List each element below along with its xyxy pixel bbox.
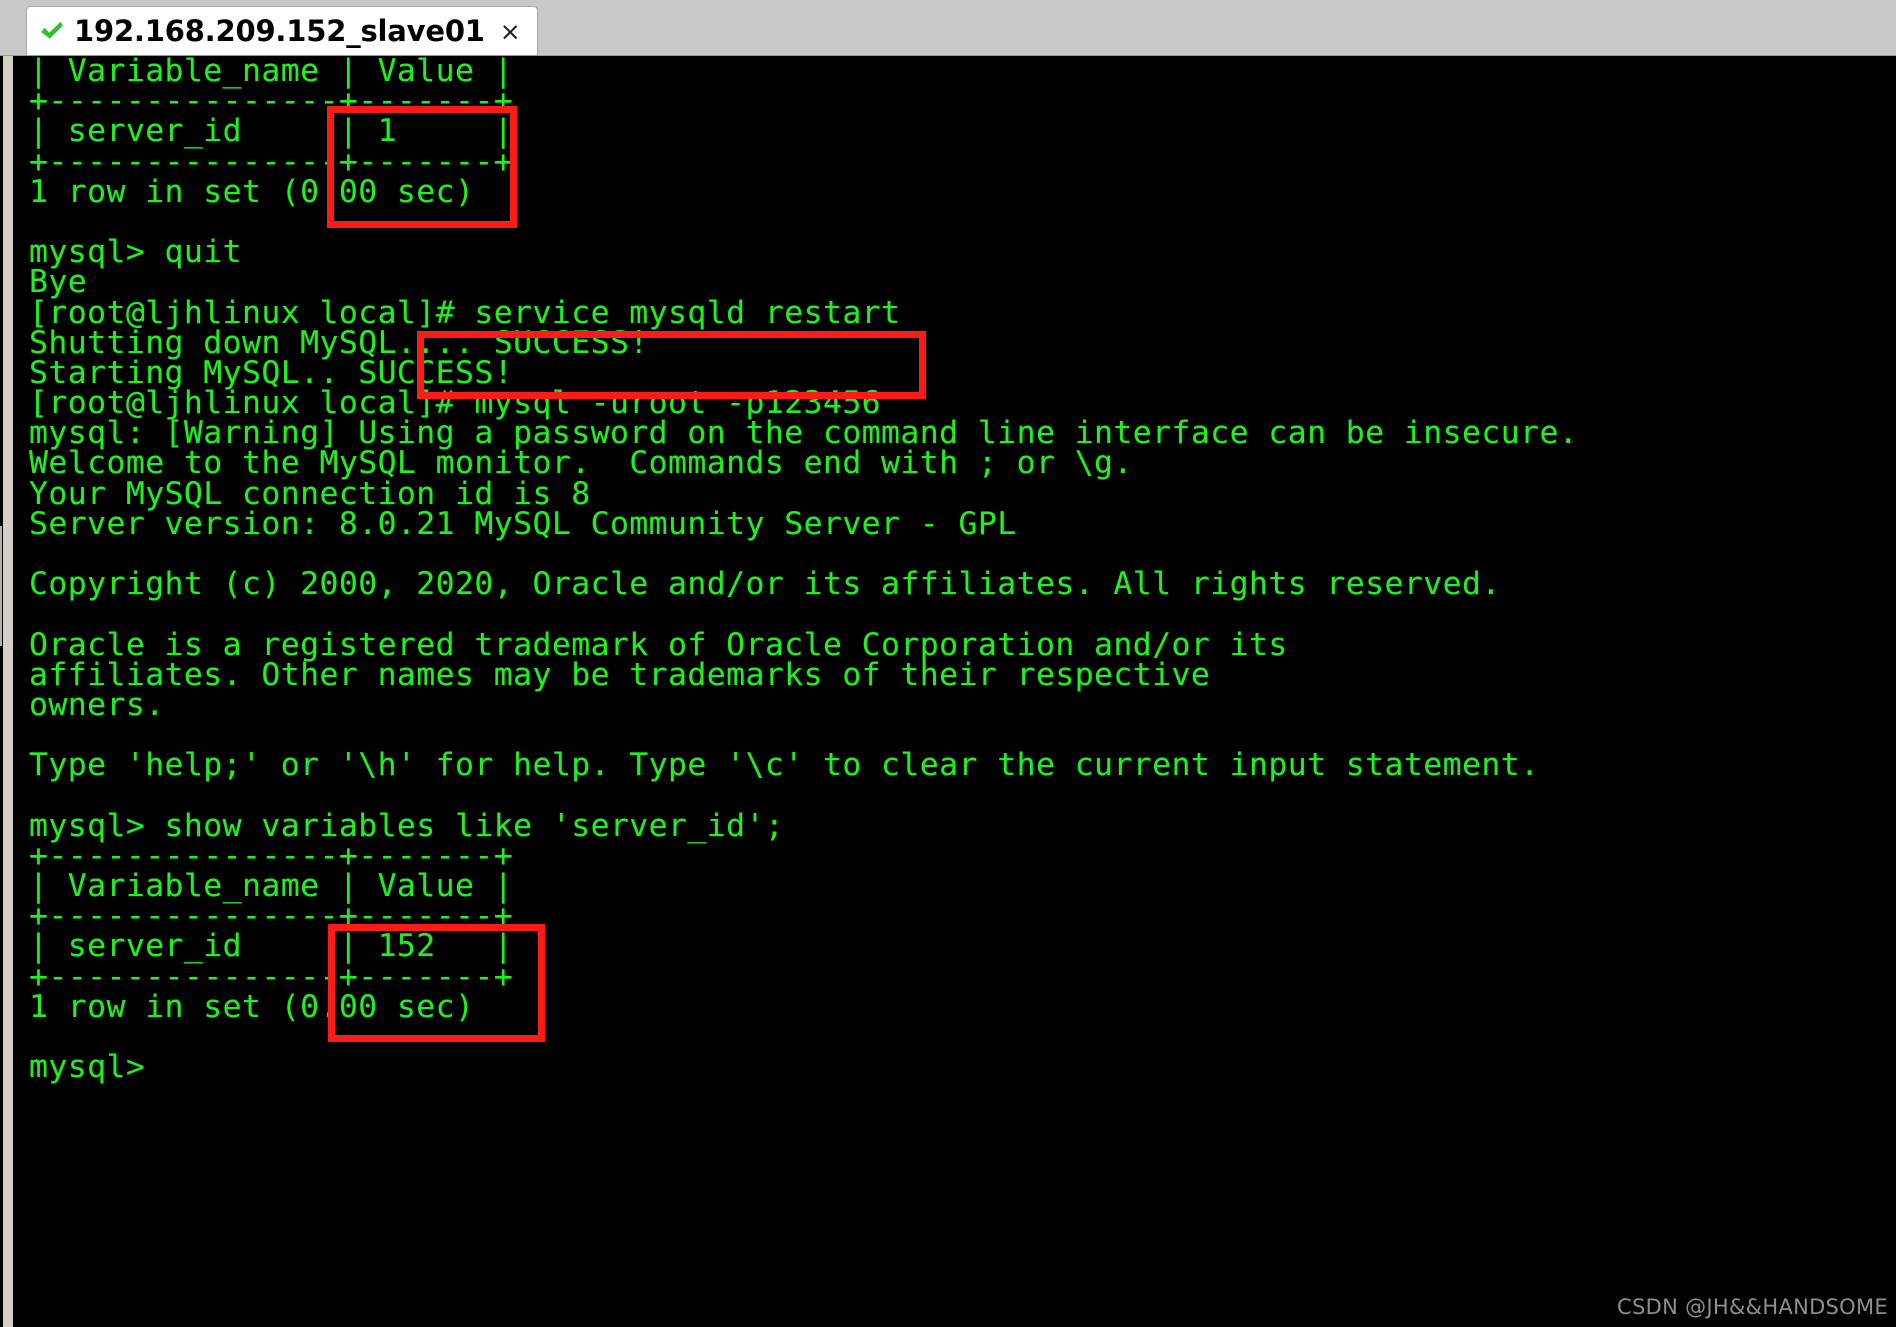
terminal-output[interactable]: | Variable_name | Value | +--------------… (13, 56, 1893, 1327)
terminal-line: [root@ljhlinux local]# service mysqld re… (29, 294, 901, 331)
terminal-line: +---------------+-------+ (29, 958, 514, 995)
watermark: CSDN @JH&&HANDSOME (1617, 1295, 1888, 1319)
terminal-line: +---------------+-------+ (29, 837, 514, 874)
green-check-icon (41, 21, 63, 39)
terminal-line: mysql> show variables like 'server_id'; (29, 807, 785, 844)
terminal-line: +---------------+-------+ (29, 83, 514, 120)
tab-title: 192.168.209.152_slave01 (74, 14, 485, 48)
terminal-line: Bye (29, 264, 88, 301)
terminal-line: | server_id | 152 | (29, 928, 514, 965)
terminal-line: mysql> (29, 1049, 146, 1086)
terminal-line: Copyright (c) 2000, 2020, Oracle and/or … (29, 566, 1501, 603)
terminal-line: Type 'help;' or '\h' for help. Type '\c'… (29, 747, 1540, 784)
terminal-line: [root@ljhlinux local]# mysql -uroot -p12… (29, 385, 882, 422)
scrollbar-thumb[interactable] (0, 526, 2, 646)
terminal-window: 192.168.209.152_slave01 × | Variable_nam… (0, 0, 1896, 1327)
terminal-line: 1 row in set (0.00 sec) (29, 988, 475, 1025)
terminal-line: Shutting down MySQL.... SUCCESS! (29, 324, 649, 361)
terminal-line: Server version: 8.0.21 MySQL Community S… (29, 505, 1017, 542)
terminal-line: mysql: [Warning] Using a password on the… (29, 415, 1579, 452)
terminal-line: +---------------+-------+ (29, 143, 514, 180)
tab-strip: 192.168.209.152_slave01 × (0, 0, 1896, 56)
terminal-line: +---------------+-------+ (29, 898, 514, 935)
terminal-line: affiliates. Other names may be trademark… (29, 656, 1211, 693)
terminal-line: Oracle is a registered trademark of Orac… (29, 626, 1288, 663)
tab-session[interactable]: 192.168.209.152_slave01 × (26, 6, 538, 55)
terminal-line: | Variable_name | Value | (29, 56, 514, 89)
terminal-line: Starting MySQL.. SUCCESS! (29, 354, 514, 391)
terminal-line: Your MySQL connection id is 8 (29, 475, 591, 512)
terminal-scrollbar[interactable] (0, 56, 13, 1327)
terminal-line: mysql> quit (29, 234, 243, 271)
terminal-line: owners. (29, 686, 165, 723)
terminal-line: 1 row in set (0.00 sec) (29, 173, 475, 210)
close-icon[interactable]: × (500, 19, 521, 44)
terminal-frame: | Variable_name | Value | +--------------… (0, 56, 1896, 1327)
terminal-line: | server_id | 1 | (29, 113, 514, 150)
terminal-line: | Variable_name | Value | (29, 868, 514, 905)
terminal-line: Welcome to the MySQL monitor. Commands e… (29, 445, 1133, 482)
